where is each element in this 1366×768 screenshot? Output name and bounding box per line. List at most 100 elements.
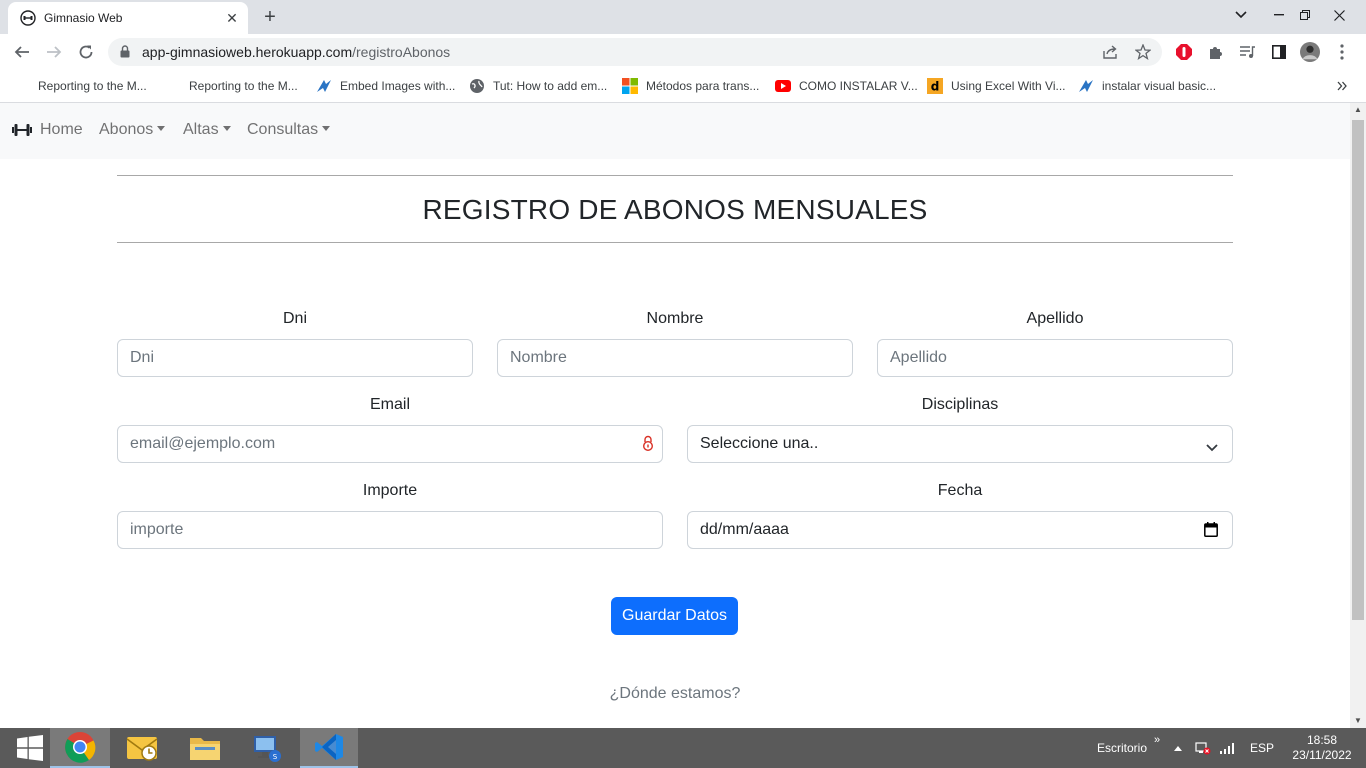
scroll-down-arrow-icon[interactable]: ▼ bbox=[1350, 714, 1366, 728]
email-placeholder: email@ejemplo.com bbox=[130, 435, 276, 452]
fecha-label: Fecha bbox=[937, 482, 983, 499]
profile-avatar[interactable] bbox=[1300, 42, 1320, 62]
dumbbell-icon bbox=[12, 123, 32, 137]
file-explorer-taskbar-icon[interactable] bbox=[175, 728, 235, 768]
nav-dropdown-altas[interactable]: Altas bbox=[183, 121, 231, 139]
adblock-extension-icon[interactable] bbox=[1174, 42, 1194, 62]
blue-shape-icon bbox=[1078, 78, 1094, 94]
media-queue-icon[interactable] bbox=[1237, 42, 1257, 62]
extensions-puzzle-icon[interactable] bbox=[1206, 42, 1226, 62]
bookmark-label: Embed Images with... bbox=[340, 79, 456, 93]
kebab-menu-icon[interactable] bbox=[1332, 42, 1352, 62]
scroll-up-arrow-icon[interactable]: ▲ bbox=[1350, 103, 1366, 117]
svg-text:d: d bbox=[931, 80, 940, 94]
close-tab-icon[interactable]: ✕ bbox=[222, 8, 242, 28]
email-label: Email bbox=[369, 396, 410, 413]
bookmark-item[interactable]: Reporting to the M... bbox=[38, 77, 147, 95]
nombre-placeholder: Nombre bbox=[510, 349, 567, 366]
bookmark-star-icon[interactable] bbox=[1134, 43, 1152, 61]
globe-icon bbox=[469, 78, 485, 94]
clock[interactable]: 18:58 23/11/2022 bbox=[1282, 728, 1362, 768]
caret-down-icon bbox=[157, 126, 166, 131]
nav-dropdown-label: Abonos bbox=[99, 121, 154, 138]
bookmark-item[interactable]: d Using Excel With Vi... bbox=[927, 77, 1065, 95]
bookmark-item[interactable]: Reporting to the M... bbox=[189, 77, 298, 95]
caret-down-icon bbox=[222, 126, 231, 131]
bookmarks-bar: Reporting to the M... Reporting to the M… bbox=[0, 70, 1366, 103]
url-text: app-gimnasioweb.herokuapp.com/registroAb… bbox=[142, 44, 450, 60]
importe-input[interactable]: importe bbox=[117, 511, 663, 549]
desktop-toolbar-label[interactable]: Escritorio bbox=[1097, 728, 1147, 768]
disciplinas-select[interactable]: Seleccione una.. bbox=[687, 425, 1233, 463]
calendar-icon[interactable] bbox=[1204, 522, 1218, 542]
page-title: REGISTRO DE ABONOS MENSUALES bbox=[422, 194, 928, 225]
forward-arrow-icon[interactable] bbox=[42, 40, 66, 64]
dni-placeholder: Dni bbox=[130, 349, 155, 366]
desktop-chevron-icon[interactable]: » bbox=[1154, 720, 1160, 760]
nav-dropdown-abonos[interactable]: Abonos bbox=[99, 121, 166, 139]
language-label: ESP bbox=[1250, 741, 1275, 755]
fecha-date-input[interactable]: dd/mm/aaaa bbox=[687, 511, 1233, 549]
new-tab-plus-icon[interactable]: + bbox=[258, 6, 282, 28]
donde-estamos-link[interactable]: ¿Dónde estamos? bbox=[117, 685, 1233, 703]
bookmark-label: Reporting to the M... bbox=[38, 79, 147, 93]
back-arrow-icon[interactable] bbox=[10, 40, 34, 64]
bookmark-item[interactable]: Embed Images with... bbox=[316, 77, 455, 95]
bookmark-label: Métodos para trans... bbox=[646, 79, 760, 93]
bookmark-label: Reporting to the M... bbox=[189, 79, 298, 93]
bookmark-item[interactable]: Métodos para trans... bbox=[622, 77, 759, 95]
dni-input[interactable]: Dni bbox=[117, 339, 473, 377]
input-language-indicator[interactable]: ESP bbox=[1250, 728, 1274, 768]
page-viewport: Home Abonos Altas Consultas REGISTRO DE … bbox=[0, 103, 1350, 728]
address-bar[interactable]: app-gimnasioweb.herokuapp.com/registroAb… bbox=[108, 38, 1162, 66]
clock-date: 23/11/2022 bbox=[1292, 748, 1352, 762]
network-disconnected-icon[interactable] bbox=[1195, 728, 1211, 768]
share-icon[interactable] bbox=[1102, 43, 1120, 61]
chevron-down-icon bbox=[1206, 439, 1218, 457]
more-bookmarks-chevron-icon[interactable] bbox=[1337, 77, 1347, 95]
page-scrollbar[interactable]: ▲ ▼ bbox=[1350, 103, 1366, 728]
navbar-brand-home[interactable]: Home bbox=[12, 121, 83, 139]
disciplinas-selected-value: Seleccione una.. bbox=[700, 435, 819, 452]
bookmark-label: Tut: How to add em... bbox=[493, 79, 608, 93]
email-input[interactable]: email@ejemplo.com bbox=[117, 425, 663, 463]
bookmark-item[interactable]: instalar visual basic... bbox=[1078, 77, 1216, 95]
chrome-taskbar-icon[interactable] bbox=[50, 728, 110, 768]
microsoft-icon bbox=[622, 78, 638, 94]
reload-icon[interactable] bbox=[74, 40, 98, 64]
brand-label: Home bbox=[40, 121, 83, 138]
show-hidden-icons-caret-icon[interactable] bbox=[1174, 728, 1182, 768]
guardar-datos-button[interactable]: Guardar Datos bbox=[611, 597, 738, 635]
clock-time: 18:58 bbox=[1306, 733, 1338, 747]
disciplinas-label: Disciplinas bbox=[921, 396, 999, 413]
apellido-input[interactable]: Apellido bbox=[877, 339, 1233, 377]
dni-label: Dni bbox=[282, 310, 307, 327]
nombre-input[interactable]: Nombre bbox=[497, 339, 853, 377]
bookmark-label: COMO INSTALAR V... bbox=[799, 79, 918, 93]
bookmark-item[interactable]: Tut: How to add em... bbox=[469, 77, 607, 95]
svg-text:S: S bbox=[273, 753, 278, 761]
url-host: app-gimnasioweb.herokuapp.com bbox=[142, 44, 353, 60]
nombre-label: Nombre bbox=[646, 310, 704, 327]
d-icon: d bbox=[927, 78, 943, 94]
side-panel-icon[interactable] bbox=[1269, 42, 1289, 62]
bookmark-item[interactable]: COMO INSTALAR V... bbox=[775, 77, 918, 95]
site-navbar: Home Abonos Altas Consultas bbox=[0, 103, 1350, 159]
bookmark-label: instalar visual basic... bbox=[1102, 79, 1217, 93]
nav-dropdown-label: Altas bbox=[183, 121, 219, 138]
remote-desktop-taskbar-icon[interactable]: S bbox=[237, 728, 297, 768]
outlook-mail-taskbar-icon[interactable] bbox=[112, 728, 172, 768]
signal-bars-icon[interactable] bbox=[1219, 728, 1235, 768]
password-manager-lock-icon[interactable] bbox=[642, 435, 654, 456]
scrollbar-thumb[interactable] bbox=[1352, 120, 1364, 620]
windows-taskbar: S Escritorio » ESP 18:58 23/11/2022 bbox=[0, 728, 1366, 768]
apellido-label: Apellido bbox=[1026, 310, 1084, 327]
nav-dropdown-consultas[interactable]: Consultas bbox=[247, 121, 331, 139]
close-window-icon[interactable] bbox=[1316, 0, 1362, 30]
lock-icon[interactable] bbox=[120, 45, 130, 63]
browser-tab[interactable]: Gimnasio Web ✕ bbox=[8, 2, 248, 34]
browser-tab-strip: Gimnasio Web ✕ + bbox=[0, 0, 1366, 34]
vscode-taskbar-icon[interactable] bbox=[300, 728, 358, 768]
importe-placeholder: importe bbox=[130, 521, 184, 538]
top-divider bbox=[117, 175, 1233, 176]
